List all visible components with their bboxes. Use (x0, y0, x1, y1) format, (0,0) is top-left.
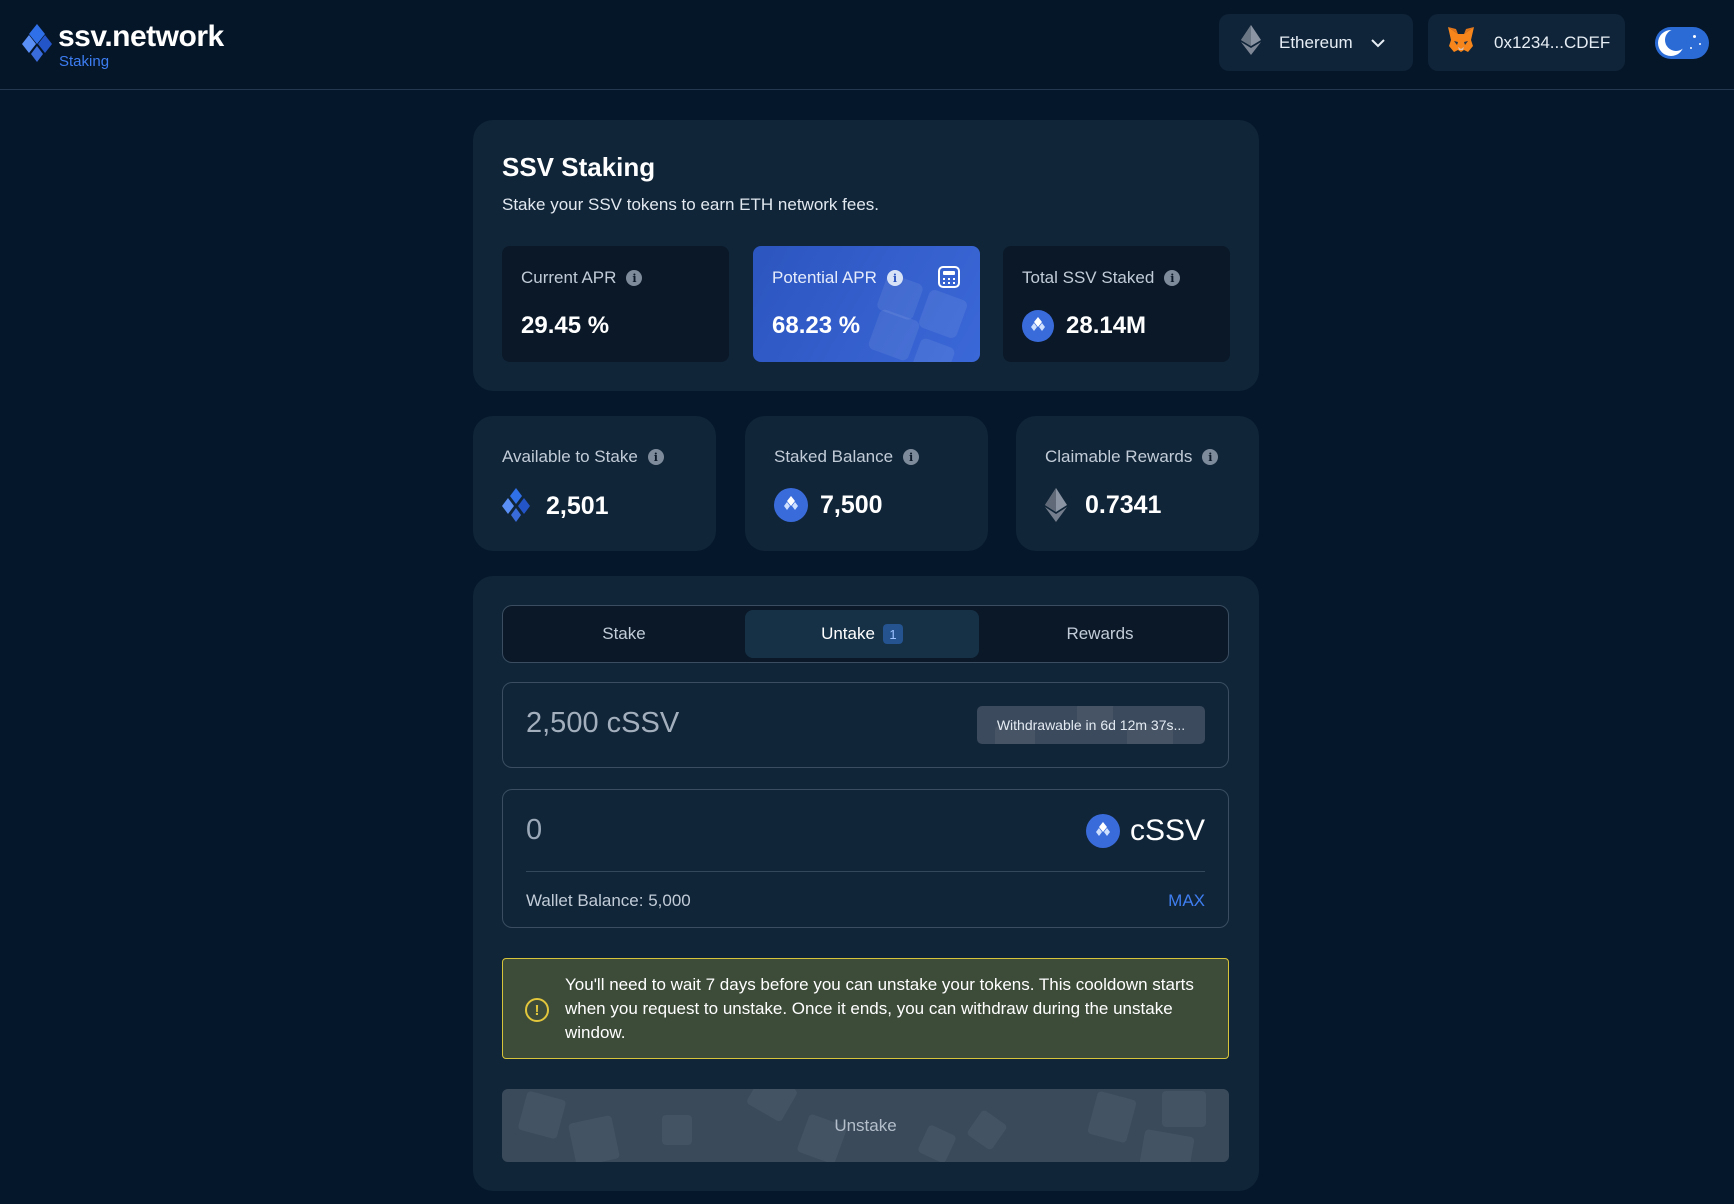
star-icon (1690, 47, 1692, 49)
staked-balance-card: Staked Balance i 7,500 (745, 416, 988, 551)
tab-stake-label: Stake (602, 624, 646, 643)
network-label: Ethereum (1279, 32, 1353, 52)
ethereum-icon (1241, 25, 1261, 60)
network-selector[interactable]: Ethereum (1219, 14, 1413, 71)
wallet-balance: Wallet Balance: 5,000 (526, 891, 691, 910)
current-apr-value: 29.45 % (521, 312, 610, 339)
warning-icon: ! (525, 998, 549, 1022)
ssv-token-icon (502, 488, 530, 524)
tab-rewards[interactable]: Rewards (983, 610, 1217, 658)
amount-input[interactable]: 0 (526, 814, 542, 847)
brand-logo[interactable]: ssv.network Staking (22, 22, 224, 70)
total-staked-value: 28.14M (1066, 312, 1147, 339)
staking-overview-card: SSV Staking Stake your SSV tokens to ear… (473, 120, 1259, 391)
theme-toggle[interactable] (1655, 27, 1709, 59)
tab-unstake-label: Untake (821, 624, 875, 643)
claimable-rewards-card: Claimable Rewards i 0.7341 (1016, 416, 1259, 551)
withdraw-status-badge: Withdrawable in 6d 12m 37s... (977, 706, 1205, 744)
available-to-stake-card: Available to Stake i 2,501 (473, 416, 716, 551)
decorative-square (909, 336, 957, 362)
withdraw-status-text: Withdrawable in 6d 12m 37s... (996, 717, 1186, 733)
ssv-coin-icon (1022, 310, 1054, 342)
ssv-logo-icon (22, 22, 52, 66)
potential-apr-label: Potential APR (772, 268, 877, 287)
info-icon[interactable]: i (1164, 270, 1181, 286)
brand-name: ssv.network (58, 20, 224, 53)
pending-request-row: 2,500 cSSV Withdrawable in 6d 12m 37s... (502, 682, 1229, 768)
unstake-button-label: Unstake (834, 1115, 897, 1135)
warning-text: You'll need to wait 7 days before you ca… (565, 975, 1194, 1042)
star-icon (1699, 43, 1701, 45)
metamask-fox-icon (1446, 26, 1476, 59)
rewards-label: Claimable Rewards (1045, 447, 1193, 466)
total-staked-stat: Total SSV Staked i 28.14M (1003, 246, 1230, 362)
page-subtitle: Stake your SSV tokens to earn ETH networ… (502, 195, 880, 214)
info-icon[interactable]: i (647, 449, 664, 465)
action-tabs: Stake Untake 1 Rewards (502, 605, 1229, 663)
brand-subtitle: Staking (59, 53, 110, 70)
top-header: ssv.network Staking Ethereum 0x1234...CD… (0, 0, 1734, 90)
available-label: Available to Stake (502, 447, 638, 466)
available-value: 2,501 (546, 491, 609, 520)
amount-input-box: 0 cSSV Wallet Balance: 5,000 MAX (502, 789, 1229, 928)
cooldown-warning: ! You'll need to wait 7 days before you … (502, 958, 1229, 1059)
cssv-coin-icon (1085, 814, 1120, 848)
staked-value: 7,500 (820, 490, 883, 519)
info-icon[interactable]: i (903, 449, 920, 465)
calculator-icon[interactable] (938, 266, 960, 288)
current-apr-stat: Current APR i 29.45 % (502, 246, 729, 362)
token-indicator: cSSV (1085, 814, 1205, 848)
cssv-coin-icon (774, 488, 808, 522)
pending-amount: 2,500 cSSV (526, 707, 680, 739)
tab-stake[interactable]: Stake (507, 610, 741, 658)
max-button[interactable]: MAX (1168, 891, 1205, 911)
ethereum-icon (1045, 488, 1067, 522)
decorative-square (917, 288, 969, 340)
star-icon (1693, 35, 1696, 38)
tab-badge: 1 (882, 624, 903, 644)
moon-icon (1658, 29, 1687, 56)
tab-unstake[interactable]: Untake 1 (745, 610, 979, 658)
token-symbol: cSSV (1129, 814, 1205, 847)
unstake-button[interactable]: Unstake (502, 1089, 1229, 1162)
unstake-panel: Stake Untake 1 Rewards 2,500 cSSV Withdr… (473, 576, 1259, 1191)
potential-apr-value: 68.23 % (772, 312, 861, 339)
tab-rewards-label: Rewards (1066, 624, 1134, 643)
wallet-button[interactable]: 0x1234...CDEF (1428, 14, 1625, 71)
page-title: SSV Staking (502, 152, 656, 182)
rewards-value: 0.7341 (1085, 490, 1162, 519)
wallet-address: 0x1234...CDEF (1494, 32, 1611, 52)
info-icon[interactable]: i (1202, 449, 1219, 465)
info-icon[interactable]: i (886, 270, 903, 286)
total-staked-label: Total SSV Staked (1022, 268, 1155, 287)
current-apr-label: Current APR (521, 268, 617, 287)
chevron-down-icon (1370, 33, 1385, 53)
info-icon[interactable]: i (626, 270, 643, 286)
potential-apr-stat: Potential APR i 68.23 % (753, 246, 980, 362)
staked-label: Staked Balance (774, 447, 894, 466)
divider (526, 871, 1205, 872)
